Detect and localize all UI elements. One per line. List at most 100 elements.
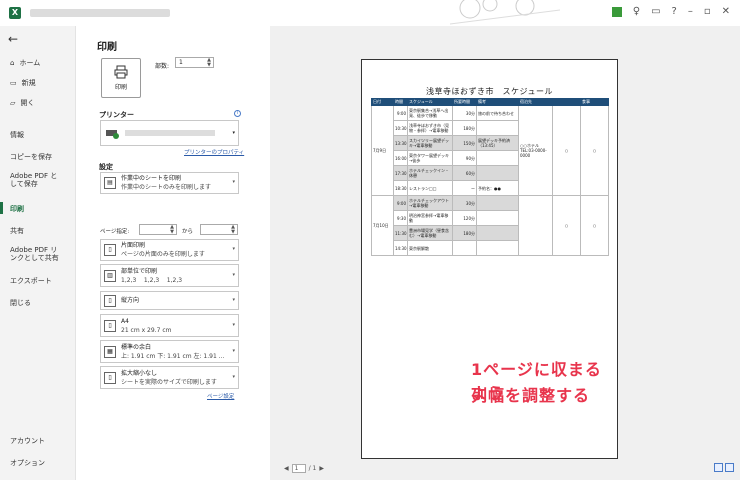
table-cell: 9:30 [393,210,408,226]
nav-info[interactable]: 情報 [10,130,24,140]
show-margins-icon[interactable] [714,463,723,472]
nav-share-pdf[interactable]: Adobe PDF リ ンクとして共有 [10,246,59,262]
nav-save-pdf[interactable]: Adobe PDF と して保存 [10,172,57,188]
table-cell: ー [452,180,477,196]
table-cell: 東京駅集合→浅草へ出発、徒歩で移動 [407,105,453,121]
profile-badge-icon[interactable] [611,6,622,17]
table-cell: ○ [552,105,581,196]
scaling-select[interactable]: ▯ 拡大縮小なし シートを実際のサイズで印刷します ▾ [100,366,239,389]
backstage-nav: ← ⌂ ホーム ▭ 新規 ▱ 開く 情報 コピーを保存 Adobe PDF と して保… [0,26,76,480]
table-cell: 豊洲市場見学（昼食含む）→電車移動 [407,225,453,241]
zoom-to-page-icon[interactable] [725,463,734,472]
table-cell: 13:30 [393,135,408,151]
paper-icon: ▯ [104,319,116,332]
table-cell: 90分 [452,150,477,166]
portrait-icon: ▯ [104,294,116,307]
stepper-arrows-icon[interactable]: ▲ ▼ [170,225,174,235]
table-cell: ホテルチェックアウト→電車移動 [407,195,453,211]
collate-icon: ▥ [104,269,116,282]
nav-print[interactable]: 印刷 [10,204,24,214]
chevron-down-icon: ▾ [232,347,235,354]
printer-properties-link[interactable]: プリンターのプロパティ [184,148,244,156]
one-sided-icon: ▯ [104,244,116,256]
table-cell [476,225,519,241]
table-cell: 9:00 [393,105,408,121]
chevron-down-icon: ▾ [232,271,235,278]
table-cell: 予約名：●● [476,180,519,196]
pages-label: ページ指定: [100,229,130,235]
printer-select[interactable]: ▾ [100,120,239,146]
margins-select[interactable]: ▦ 標準の余白 上: 1.91 cm 下: 1.91 cm 左: 1.91 ...… [100,340,239,363]
stepper-arrows-icon[interactable]: ▲ ▼ [231,225,235,235]
comment-icon[interactable]: ▭ [651,6,660,17]
copies-stepper[interactable]: 1 ▲ ▼ [175,57,214,68]
table-cell: 浅草寺ほおずき市（見物・参拝）→電車移動 [407,120,453,136]
restore-icon[interactable]: ▫ [704,6,711,17]
table-row: 7月10日 9:00 ホテルチェックアウト→電車移動 30分 ○ ○ [371,195,609,256]
printer-heading: プリンター [99,111,134,119]
sheet-title: 浅草寺ほおずき市 スケジュール [426,87,553,96]
prev-page-icon[interactable]: ◀ [284,465,289,472]
page-navigator: ◀ 1 / 1 ▶ [284,464,324,473]
nav-new[interactable]: ▭ 新規 [10,78,36,88]
paper-size-select[interactable]: ▯ A4 21 cm x 29.7 cm ▾ [100,314,239,337]
table-cell: 東京タワー展望デッキ→徒歩 [407,150,453,166]
nav-export[interactable]: エクスポート [10,276,52,286]
table-header-row: 日付 時間 スケジュール 所要時間 備考 宿泊先 食事 [371,98,609,106]
page-setup-link[interactable]: ページ設定 [207,392,234,400]
nav-save-copy[interactable]: コピーを保存 [10,152,52,162]
table-cell: 旅の前で待ち合わせ [476,105,519,121]
page-title: 印刷 [97,42,117,53]
page-number-input[interactable]: 1 [291,464,306,473]
next-page-icon[interactable]: ▶ [319,465,324,472]
blurred-filename [30,9,170,17]
close-icon[interactable]: ✕ [722,6,730,17]
schedule-table: 日付 時間 スケジュール 所要時間 備考 宿泊先 食事 7月9日 9:00 東京駅集… [371,98,609,256]
collate-select[interactable]: ▥ 部単位で印刷 1,2,3 1,2,3 1,2,3 ▾ [100,264,239,287]
table-cell: 16:00 [393,150,408,166]
pages-to-label: から [182,229,194,235]
nav-options[interactable]: オプション [10,458,45,468]
table-cell: ホテルチェックイン・休憩 [407,165,453,181]
table-cell [476,210,519,226]
table-cell [476,150,519,166]
info-icon[interactable]: i [234,110,241,117]
chevron-down-icon: ▾ [232,246,235,252]
pages-to-stepper[interactable]: ▲ ▼ [200,224,238,235]
table-cell: 120分 [452,210,477,226]
lightbulb-icon[interactable]: ♀ [633,6,640,17]
printer-icon [114,65,128,79]
back-arrow-icon[interactable]: ← [8,32,18,46]
sides-select[interactable]: ▯ 片面印刷 ページの片面のみを印刷します ▾ [100,239,239,261]
folder-icon: ▱ [10,99,16,107]
annotation-line-2: 列幅を調整する [471,386,591,405]
table-cell: 展望デッキ予約済（13:45） [476,135,519,151]
nav-account[interactable]: アカウント [10,436,45,446]
preview-page: 浅草寺ほおずき市 スケジュール 日付 時間 スケジュール 所要時間 備考 宿泊先… [361,59,618,459]
help-icon[interactable]: ? [672,6,677,17]
nav-open[interactable]: ▱ 開く [10,98,34,108]
pages-from-stepper[interactable]: ▲ ▼ [139,224,177,235]
table-cell: 9:00 [393,195,408,211]
table-cell: 30分 [452,195,477,211]
print-button[interactable]: 印刷 [101,58,141,98]
decorative-banner-icon [450,0,560,25]
table-cell: 180分 [452,120,477,136]
table-cell: 明治神宮参拝→電車移動 [407,210,453,226]
chevron-down-icon: ▾ [232,179,235,185]
stepper-arrows-icon[interactable]: ▲ ▼ [207,58,211,68]
nav-share[interactable]: 共有 [10,226,24,236]
minimize-icon[interactable]: – [688,6,693,17]
table-cell: 11:30 [393,225,408,241]
nav-home[interactable]: ⌂ ホーム [10,58,40,68]
orientation-select[interactable]: ▯ 縦方向 ▾ [100,291,239,310]
table-cell: 17:30 [393,165,408,181]
settings-heading: 設定 [99,163,113,171]
sheet-icon: ▤ [104,177,116,189]
print-scope-select[interactable]: ▤ 作業中のシートを印刷 作業中のシートのみを印刷します ▾ [100,172,239,194]
table-cell: 18:30 [393,180,408,196]
table-row: 7月9日 9:00 東京駅集合→浅草へ出発、徒歩で移動 30分 旅の前で待ち合わせ ○○ホ… [371,105,609,196]
table-cell: 10:30 [393,120,408,136]
nav-close[interactable]: 閉じる [10,298,31,308]
page-total: / 1 [308,465,317,472]
